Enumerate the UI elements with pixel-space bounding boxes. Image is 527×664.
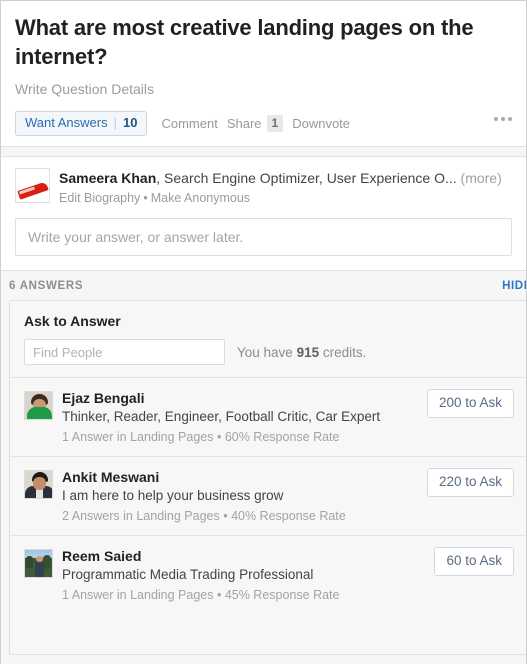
answer-input-placeholder: Write your answer, or answer later. [28,229,244,245]
byline-primary: Sameera Khan, Search Engine Optimizer, U… [59,169,502,187]
composer-byline: Sameera Khan, Search Engine Optimizer, U… [15,168,512,207]
credits-prefix: You have [237,344,297,360]
page-title: What are most creative landing pages on … [15,15,474,69]
make-anonymous-link[interactable]: Make Anonymous [151,191,250,205]
answers-count-label: 6 ANSWERS [9,280,84,292]
ask-to-answer-title: Ask to Answer [24,313,121,329]
downvote-button[interactable]: Downvote [292,116,350,131]
avatar-ankit-meswani-icon[interactable] [24,470,53,499]
byline: Sameera Khan, Search Engine Optimizer, U… [59,168,502,207]
ask-button[interactable]: 220 to Ask [426,468,514,497]
avatar-face [33,477,46,490]
person-meta: 1 Answer in Landing Pages • 45% Response… [62,588,340,602]
person-bio: Thinker, Reader, Engineer, Football Crit… [62,409,381,424]
want-answers-label: Want Answers [25,114,108,130]
ask-button[interactable]: 60 to Ask [434,547,514,576]
credits-label: You have 915 credits. [237,345,366,360]
want-answers-divider: | [113,114,117,130]
byline-secondary: Edit Biography • Make Anonymous [59,189,502,207]
avatar-ejaz-bengali-icon[interactable] [24,391,53,420]
person-name[interactable]: Reem Saied [62,547,430,565]
question-details-placeholder[interactable]: Write Question Details [15,81,512,98]
user-avatar-swoosh-icon[interactable] [15,168,50,203]
user-credentials: , Search Engine Optimizer, User Experien… [156,170,457,186]
credentials-more-link[interactable]: (more) [461,170,502,186]
secondary-actions: Comment Share 1 Downvote [161,114,350,132]
share-count-badge: 1 [266,114,284,132]
byline-separator: • [143,191,148,205]
want-answers-count: 10 [123,114,138,130]
ask-button[interactable]: 200 to Ask [426,389,514,418]
ellipsis-icon[interactable] [494,117,512,121]
want-answers-button[interactable]: Want Answers | 10 [15,110,148,136]
person-name[interactable]: Ejaz Bengali [62,389,430,407]
find-people-input[interactable]: Find People [24,339,225,365]
user-name[interactable]: Sameera Khan [59,170,156,186]
avatar-reem-saied-icon[interactable] [24,549,53,578]
avatar-body [27,407,52,419]
answer-input[interactable]: Write your answer, or answer later. [15,218,512,256]
card-gap [1,147,526,156]
question-page: What are most creative landing pages on … [0,0,527,664]
ellipsis-dot [494,117,498,121]
comment-button[interactable]: Comment [161,116,217,131]
avatar-tree [43,555,51,569]
credits-suffix: credits. [319,344,367,360]
question-card: What are most creative landing pages on … [1,1,526,147]
hide-answers-link[interactable]: HIDE [502,280,526,292]
edit-biography-link[interactable]: Edit Biography [59,191,140,205]
person-bio: I am here to help your business grow [62,488,284,503]
person-meta: 1 Answer in Landing Pages • 60% Response… [62,430,340,444]
avatar-person-head [36,556,43,562]
list-item: Reem Saied Programmatic Media Trading Pr… [10,536,526,614]
question-action-row: Want Answers | 10 Comment Share 1 Downvo… [15,110,512,136]
credits-value: 915 [296,344,320,360]
find-people-placeholder: Find People [33,344,103,360]
person-meta: 2 Answers in Landing Pages • 40% Respons… [62,509,346,523]
avatar-tree [26,556,33,568]
person-bio: Programmatic Media Trading Professional [62,567,314,582]
ellipsis-dot [508,117,512,121]
answer-composer-card: Sameera Khan, Search Engine Optimizer, U… [1,156,526,271]
person-name[interactable]: Ankit Meswani [62,468,430,486]
share-button[interactable]: Share [227,116,262,131]
list-item: Ankit Meswani I am here to help your bus… [10,457,526,536]
find-people-row: Find People You have 915 credits. [10,339,526,378]
ellipsis-dot [501,117,505,121]
answers-header-bar: 6 ANSWERS HIDE [1,271,526,300]
list-item: Ejaz Bengali Thinker, Reader, Engineer, … [10,378,526,457]
ask-to-answer-panel: Ask to Answer Find People You have 915 c… [9,300,526,655]
